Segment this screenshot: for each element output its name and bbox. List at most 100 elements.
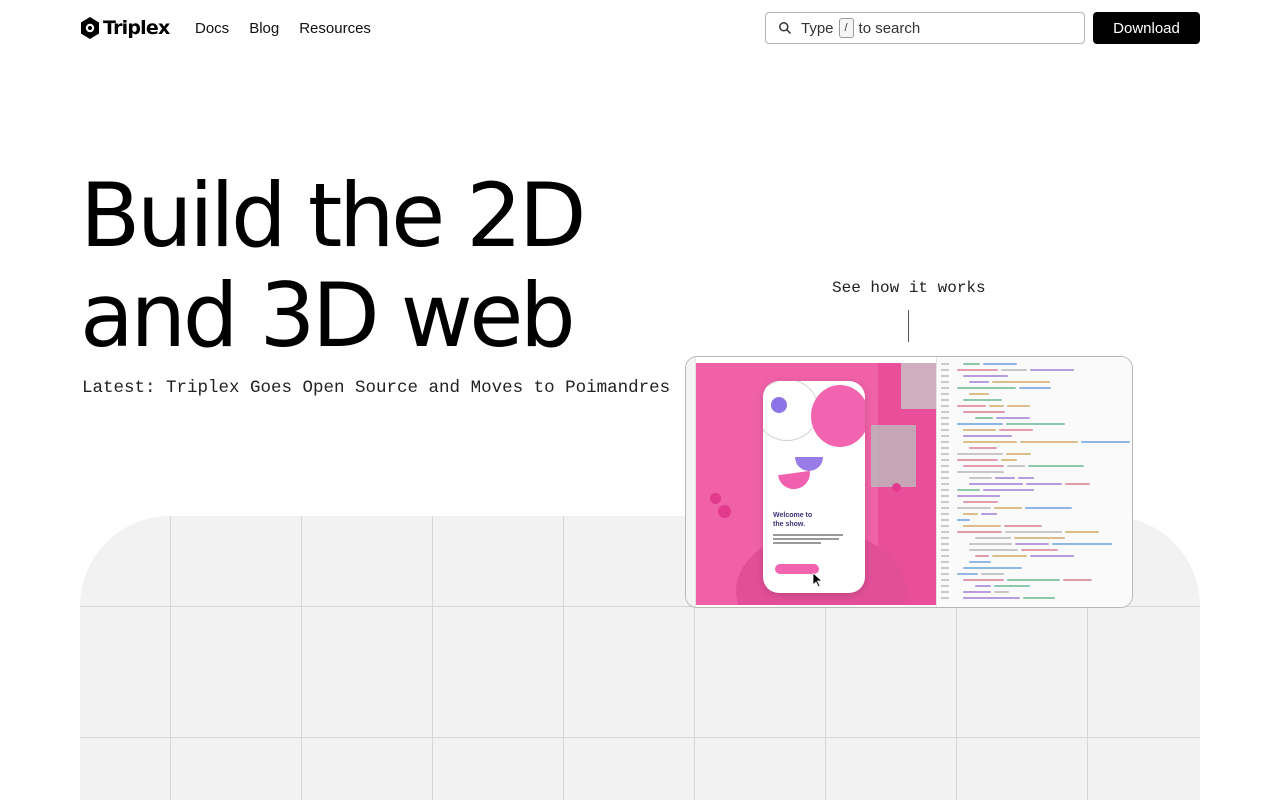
code-token <box>1007 465 1025 467</box>
phone-purple-half <box>795 457 823 471</box>
code-token <box>963 525 1001 527</box>
code-token <box>963 435 1012 437</box>
code-token <box>975 585 991 587</box>
code-token <box>957 471 1004 473</box>
mouse-cursor-icon <box>813 573 823 587</box>
code-line-number <box>941 531 949 533</box>
code-line-number <box>941 525 949 527</box>
code-line-number <box>941 501 949 503</box>
phone-pink-half <box>778 470 812 492</box>
video-code-editor <box>936 357 1132 607</box>
code-token <box>957 459 998 461</box>
code-token <box>963 513 978 515</box>
code-token <box>957 453 1003 455</box>
code-token <box>996 417 1030 419</box>
code-line-number <box>941 459 949 461</box>
code-token <box>957 423 1003 425</box>
code-token <box>1065 531 1099 533</box>
code-line-number <box>941 471 949 473</box>
video-3d-scene: Welcome to the show. <box>696 363 936 605</box>
hero-title: Build the 2D and 3D web <box>80 164 587 366</box>
code-token <box>1021 549 1058 551</box>
download-button[interactable]: Download <box>1093 12 1200 44</box>
logo[interactable]: Triplex <box>80 16 170 40</box>
code-token <box>1025 507 1072 509</box>
video-side-toolbar <box>686 357 696 607</box>
phone-mockup: Welcome to the show. <box>763 381 865 593</box>
code-token <box>975 417 993 419</box>
code-token <box>963 465 1004 467</box>
code-token <box>963 597 1020 599</box>
nav-blog[interactable]: Blog <box>249 20 279 37</box>
grid-line <box>432 516 433 800</box>
phone-welcome-text: Welcome to the show. <box>773 512 813 528</box>
search-shortcut-key: / <box>838 18 854 38</box>
code-token <box>1005 531 1062 533</box>
scene-bead <box>718 505 731 518</box>
phone-pink-ball <box>811 385 865 447</box>
grid-line <box>301 516 302 800</box>
code-line-number <box>941 537 949 539</box>
code-token <box>1015 543 1049 545</box>
code-token <box>1007 579 1060 581</box>
code-token <box>1001 459 1017 461</box>
code-token <box>957 387 1016 389</box>
search-suffix: to search <box>858 19 921 37</box>
code-token <box>957 495 1000 497</box>
grid-line <box>563 516 564 800</box>
triplex-logo-icon <box>81 17 99 39</box>
code-line-number <box>941 453 949 455</box>
site-header: Triplex Docs Blog Resources Type / to se… <box>0 0 1280 56</box>
code-line-number <box>941 405 949 407</box>
hero-title-line1: Build the 2D <box>80 164 587 267</box>
code-token <box>981 513 997 515</box>
code-line-number <box>941 429 949 431</box>
code-line-number <box>941 375 949 377</box>
connector-line <box>908 310 909 342</box>
code-token <box>994 507 1022 509</box>
code-token <box>957 519 970 521</box>
code-token <box>963 363 980 365</box>
code-line-number <box>941 495 949 497</box>
search-input[interactable]: Type / to search <box>765 12 1085 44</box>
code-line-number <box>941 579 949 581</box>
demo-video-preview[interactable]: Welcome to the show. <box>685 356 1133 608</box>
see-how-it-works-link[interactable]: See how it works <box>832 279 986 297</box>
code-token <box>963 399 1002 401</box>
code-token <box>969 381 989 383</box>
code-token <box>969 561 991 563</box>
code-line-number <box>941 513 949 515</box>
code-line-number <box>941 585 949 587</box>
code-line-number <box>941 369 949 371</box>
code-line-number <box>941 381 949 383</box>
code-token <box>975 537 1011 539</box>
code-line-number <box>941 549 949 551</box>
code-token <box>1052 543 1112 545</box>
code-token <box>969 447 997 449</box>
code-line-number <box>941 543 949 545</box>
code-line-number <box>941 417 949 419</box>
code-token <box>963 579 1004 581</box>
latest-news-link[interactable]: Latest: Triplex Goes Open Source and Mov… <box>82 378 670 398</box>
code-line-number <box>941 435 949 437</box>
code-token <box>975 555 989 557</box>
code-token <box>969 393 989 395</box>
code-token <box>992 555 1027 557</box>
code-token <box>1063 579 1092 581</box>
code-line-number <box>941 399 949 401</box>
code-line-number <box>941 393 949 395</box>
code-line-number <box>941 591 949 593</box>
code-token <box>1006 423 1065 425</box>
code-token <box>994 591 1009 593</box>
nav-docs[interactable]: Docs <box>195 20 229 37</box>
code-token <box>1004 525 1042 527</box>
nav-resources[interactable]: Resources <box>299 20 371 37</box>
code-line-number <box>941 567 949 569</box>
code-token <box>981 573 1004 575</box>
code-token <box>992 381 1050 383</box>
code-line-number <box>941 597 949 599</box>
phone-purple-ball <box>771 397 787 413</box>
code-token <box>1030 555 1074 557</box>
code-token <box>957 369 998 371</box>
code-token <box>963 567 1022 569</box>
